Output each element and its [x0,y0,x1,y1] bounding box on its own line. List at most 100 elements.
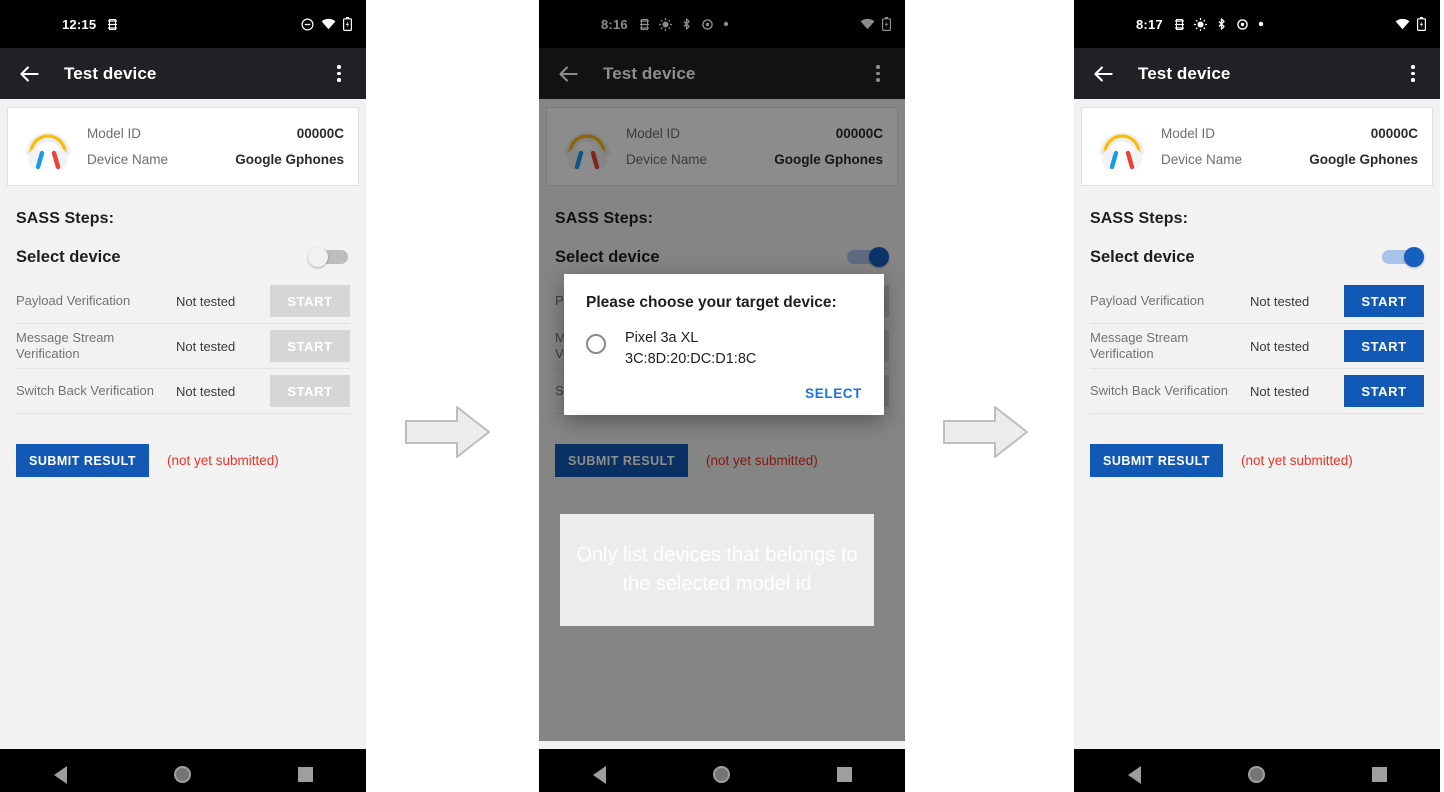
nav-home-icon[interactable] [173,766,191,783]
nav-home-icon[interactable] [1247,766,1265,783]
step-status: Not tested [176,383,236,399]
select-device-toggle[interactable] [308,247,350,267]
phone-screen-selected: 8:17 Test device Model ID 00000C Device … [1074,0,1440,792]
flow-arrow-1 [405,406,490,458]
step-name: Switch Back Verification [1090,383,1229,398]
choose-device-dialog: Please choose your target device: Pixel … [564,274,884,415]
model-id-value: 00000C [1370,126,1418,141]
start-button[interactable]: START [270,285,350,317]
back-arrow-icon[interactable] [16,61,42,87]
steps-list: Payload Verification Not tested START Me… [1090,279,1424,414]
nav-home-icon[interactable] [712,766,730,783]
dot-icon [1258,21,1264,27]
navigation-bar [1074,749,1440,792]
start-button[interactable]: START [270,330,350,362]
select-device-row: Select device [16,247,350,267]
phone-screen-dialog: 8:16 Test device Model ID 00000C Device … [539,0,905,792]
device-option-name: Pixel 3a XL [625,330,699,346]
status-bar-time: 8:17 [1136,16,1163,32]
table-row: Switch Back Verification Not tested STAR… [16,369,350,414]
nav-back-icon[interactable] [1127,765,1141,784]
select-device-toggle[interactable] [1382,247,1424,267]
step-status: Not tested [176,338,236,354]
model-id-value: 00000C [296,126,344,141]
device-card-rows: Model ID 00000C Device Name Google Gphon… [1161,121,1418,173]
dialog-actions: SELECT [564,370,884,407]
nav-recents-icon[interactable] [836,767,852,782]
table-row: Message Stream Verification Not tested S… [1090,324,1424,369]
select-device-row: Select device [1090,247,1424,267]
more-vert-icon[interactable] [1402,61,1424,87]
select-device-label: Select device [1090,247,1195,266]
start-button[interactable]: START [270,375,350,407]
nav-recents-icon[interactable] [297,767,313,782]
radio-button-icon[interactable] [586,334,606,354]
back-arrow-icon[interactable] [1090,61,1116,87]
start-button[interactable]: START [1344,285,1424,317]
model-id-label: Model ID [1161,126,1216,141]
select-button[interactable]: SELECT [805,386,862,401]
nav-back-icon[interactable] [53,765,67,784]
submit-area: SUBMIT RESULT (not yet submitted) [1090,444,1424,477]
select-device-label: Select device [16,247,121,266]
page-title: Test device [1138,63,1231,83]
bluetooth-search-icon [1218,18,1225,30]
sim-icon [1174,18,1184,30]
nav-recents-icon[interactable] [1371,767,1387,782]
device-name-label: Device Name [1161,152,1243,167]
steps-list: Payload Verification Not tested START Me… [16,279,350,414]
submit-area: SUBMIT RESULT (not yet submitted) [16,444,350,477]
nav-back-icon[interactable] [592,765,606,784]
battery-icon [1417,17,1426,31]
battery-icon [343,17,352,31]
status-bar-right-icons [301,17,352,31]
step-name: Switch Back Verification [16,383,155,398]
app-bar: Test device [0,48,366,99]
page-title: Test device [64,63,157,83]
table-row: Switch Back Verification Not tested STAR… [1090,369,1424,414]
status-bar-right-icons [1395,17,1426,31]
wifi-icon [321,18,336,30]
submit-status-note: (not yet submitted) [166,453,279,468]
headphones-icon [1099,132,1145,169]
device-card-rows: Model ID 00000C Device Name Google Gphon… [87,121,344,173]
brightness-icon [1193,17,1207,31]
device-option-row[interactable]: Pixel 3a XL 3C:8D:20:DC:D1:8C [564,328,884,370]
wifi-icon [1395,18,1410,30]
step-status: Not tested [1250,338,1310,354]
device-info-card: Model ID 00000C Device Name Google Gphon… [7,107,359,186]
step-name: Payload Verification [16,293,131,308]
step-status: Not tested [1250,293,1310,309]
gear-icon [1237,18,1248,30]
submit-result-button[interactable]: SUBMIT RESULT [16,444,149,477]
status-bar-time: 12:15 [62,16,97,32]
navigation-bar [539,749,905,792]
sim-icon [108,18,118,30]
more-vert-icon[interactable] [328,61,350,87]
table-row: Message Stream Verification Not tested S… [16,324,350,369]
step-name: Message Stream Verification [1090,330,1189,361]
device-option-address: 3C:8D:20:DC:D1:8C [625,351,757,367]
screen-content: Model ID 00000C Device Name Google Gphon… [1074,107,1440,749]
device-card-row: Device Name Google Gphones [1161,147,1418,173]
device-card-row: Model ID 00000C [1161,121,1418,147]
phone-screen-initial: 12:15 Test device Model ID 00000C Device… [0,0,366,792]
submit-result-button[interactable]: SUBMIT RESULT [1090,444,1223,477]
status-bar-left-icons [1174,17,1264,31]
step-status: Not tested [176,293,236,309]
dialog-title: Please choose your target device: [586,294,837,311]
model-id-label: Model ID [87,126,142,141]
table-row: Payload Verification Not tested START [16,279,350,324]
status-bar: 8:17 [1074,0,1440,48]
navigation-bar [0,749,366,792]
device-name-value: Google Gphones [235,152,344,167]
sass-steps-heading: SASS Steps: [1090,210,1189,227]
start-button[interactable]: START [1344,375,1424,407]
device-name-label: Device Name [87,152,169,167]
dnd-icon [301,17,314,31]
table-row: Payload Verification Not tested START [1090,279,1424,324]
screenshot-stage: 12:15 Test device Model ID 00000C Device… [0,0,1444,792]
start-button[interactable]: START [1344,330,1424,362]
step-name: Message Stream Verification [16,330,115,361]
headphones-icon [25,132,71,169]
